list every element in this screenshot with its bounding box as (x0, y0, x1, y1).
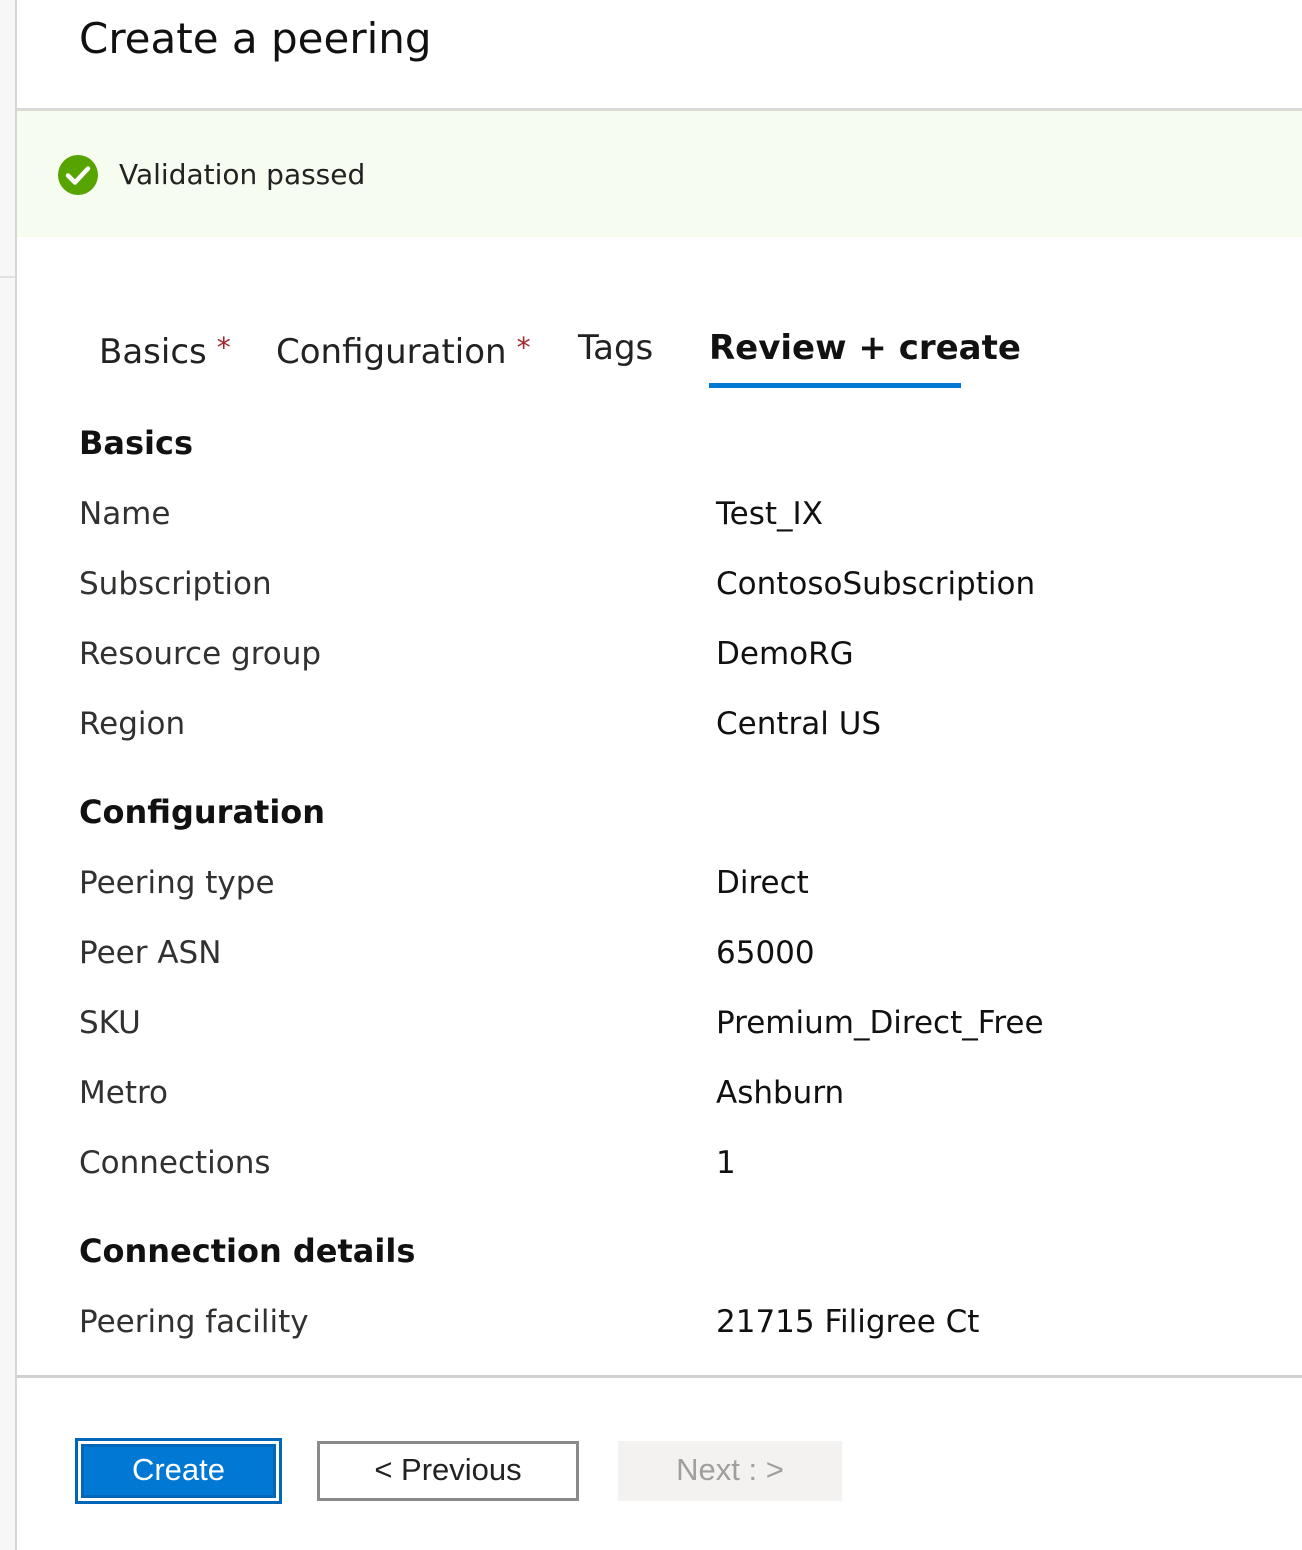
label-region: Region (79, 706, 186, 742)
value-region: Central US (716, 706, 882, 742)
tab-tags-label: Tags (578, 328, 654, 368)
left-edge-strip (0, 0, 15, 1550)
create-button[interactable]: Create (78, 1441, 279, 1501)
checkmark-circle-icon (58, 155, 98, 195)
tab-basics[interactable]: Basics * (99, 326, 231, 372)
label-sku: SKU (79, 1005, 141, 1041)
label-peering-type: Peering type (79, 865, 275, 901)
label-peering-facility: Peering facility (79, 1304, 309, 1340)
section-heading-basics: Basics (79, 424, 194, 462)
active-tab-indicator (709, 383, 961, 388)
value-metro: Ashburn (716, 1075, 845, 1111)
label-metro: Metro (79, 1075, 169, 1111)
required-asterisk: * (216, 331, 231, 364)
required-asterisk: * (516, 331, 531, 364)
value-resource-group: DemoRG (716, 636, 854, 672)
label-peer-asn: Peer ASN (79, 935, 222, 971)
tab-review-create-label: Review + create (709, 328, 1021, 368)
tab-review-create[interactable]: Review + create (709, 326, 1021, 372)
validation-message: Validation passed (119, 158, 366, 191)
value-subscription: ContosoSubscription (716, 566, 1036, 602)
value-sku: Premium_Direct_Free (716, 1005, 1044, 1041)
section-heading-configuration: Configuration (79, 793, 326, 831)
value-peering-type: Direct (716, 865, 809, 901)
label-subscription: Subscription (79, 566, 272, 602)
tab-basics-label: Basics (99, 332, 207, 372)
value-peer-asn: 65000 (716, 935, 815, 971)
tab-configuration[interactable]: Configuration * (276, 326, 531, 372)
previous-button[interactable]: < Previous (317, 1441, 579, 1501)
label-connections: Connections (79, 1145, 271, 1181)
value-name: Test_IX (716, 496, 823, 532)
section-heading-connection-details: Connection details (79, 1232, 416, 1270)
page-title: Create a peering (79, 14, 432, 63)
tab-configuration-label: Configuration (276, 332, 507, 372)
next-button[interactable]: Next : > (618, 1441, 842, 1501)
value-peering-facility: 21715 Filigree Ct (716, 1304, 980, 1340)
label-resource-group: Resource group (79, 636, 322, 672)
value-connections: 1 (716, 1145, 736, 1181)
tab-tags[interactable]: Tags (578, 326, 653, 372)
footer-divider (17, 1375, 1302, 1378)
left-edge-divider (0, 276, 15, 278)
label-name: Name (79, 496, 171, 532)
